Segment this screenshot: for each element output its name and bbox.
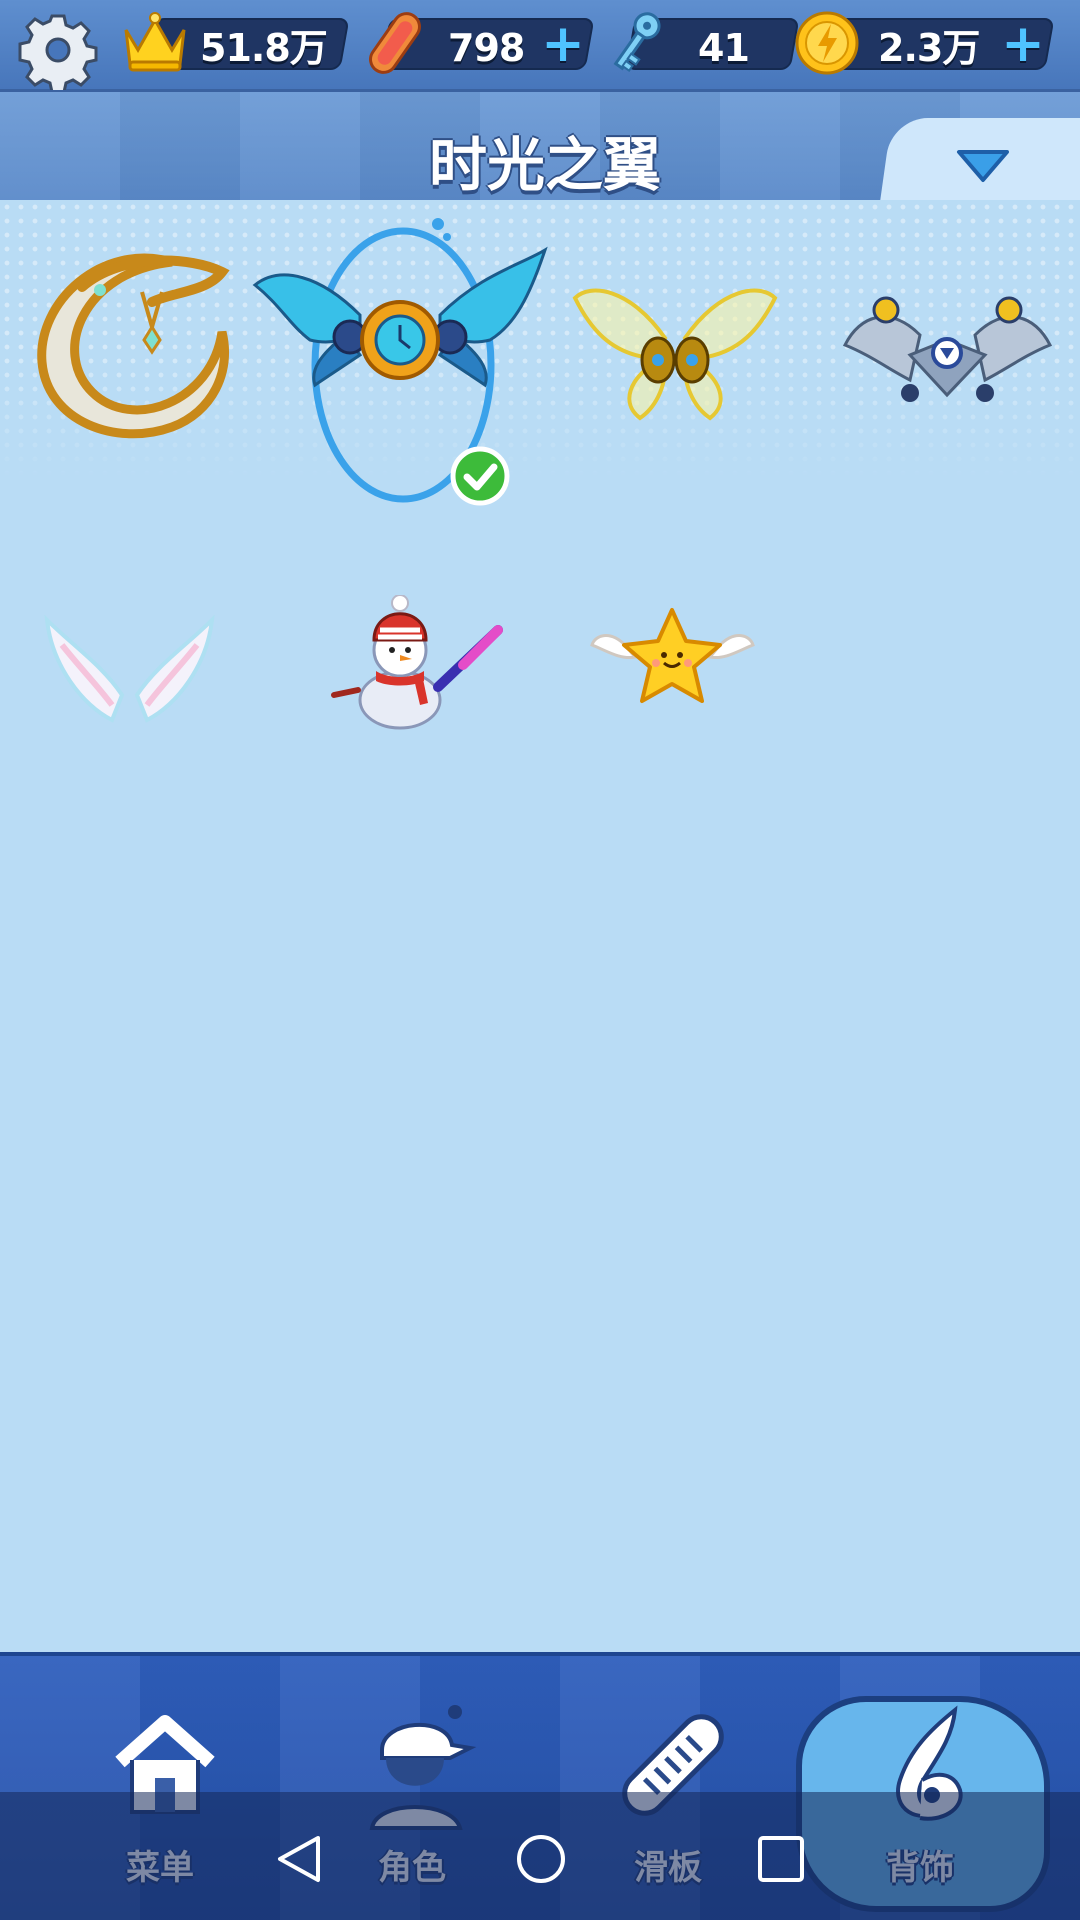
coin-icon — [790, 6, 864, 80]
clockwork-wings-backpiece-icon[interactable] — [250, 245, 550, 395]
triangle-down-icon[interactable] — [955, 146, 1011, 186]
gear-icon[interactable] — [18, 10, 98, 94]
mechanical-wings-icon[interactable] — [840, 285, 1055, 410]
recents-icon[interactable] — [754, 1832, 808, 1886]
angel-wings-icon[interactable] — [42, 614, 217, 725]
crescent-moon-backpiece-icon[interactable] — [22, 232, 232, 447]
skateboard-value: 798 — [448, 26, 525, 70]
skateboard-icon — [358, 6, 432, 80]
home-circle-icon[interactable] — [514, 1832, 568, 1886]
coin-value: 2.3万 — [878, 26, 980, 70]
key-icon — [598, 6, 672, 80]
crown-icon — [118, 6, 192, 80]
key-value: 41 — [698, 26, 750, 70]
coin-plus-button[interactable]: + — [1000, 18, 1046, 70]
snowman-icon[interactable] — [328, 594, 513, 730]
skateboard-plus-button[interactable]: + — [540, 18, 586, 70]
crown-value: 51.8万 — [200, 26, 328, 70]
selected-check-icon — [450, 446, 510, 506]
back-icon[interactable] — [272, 1832, 326, 1886]
golden-butterfly-wings-icon[interactable] — [570, 278, 780, 428]
winged-star-icon[interactable] — [590, 605, 755, 710]
